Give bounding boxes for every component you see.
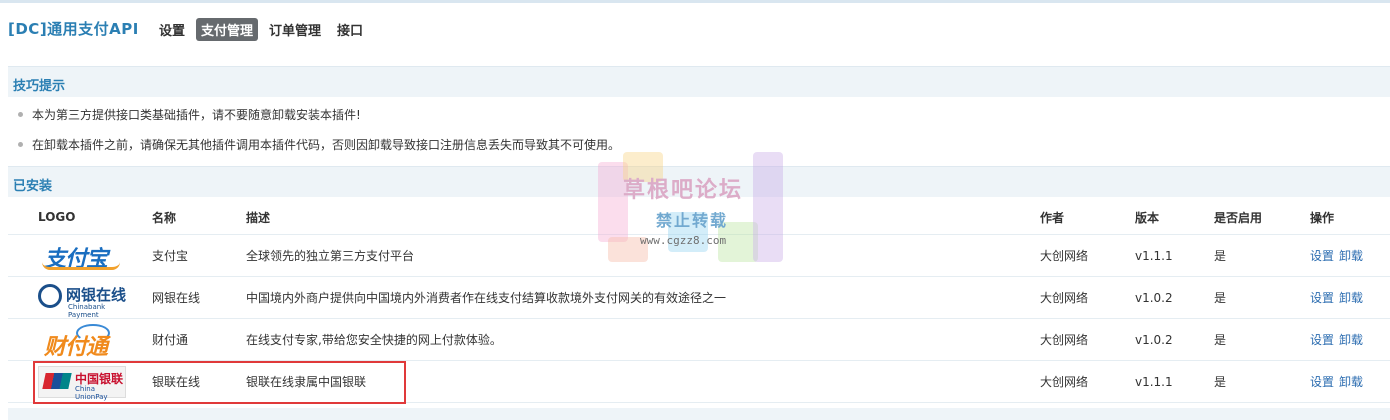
settings-link[interactable]: 设置 bbox=[1310, 249, 1334, 263]
installed-title: 已安装 bbox=[13, 179, 53, 194]
col-logo: LOGO bbox=[8, 200, 152, 235]
row-actions: 设置 卸载 bbox=[1310, 276, 1390, 319]
alipay-swoosh bbox=[42, 262, 120, 270]
uninstall-link[interactable]: 卸载 bbox=[1339, 333, 1363, 347]
tenpay-logo-text: 财付通 bbox=[44, 334, 108, 360]
row-author: 大创网络 bbox=[1040, 360, 1135, 403]
row-version: v1.1.1 bbox=[1135, 360, 1214, 403]
alipay-logo: 支付宝 bbox=[38, 239, 128, 273]
col-author: 作者 bbox=[1040, 200, 1135, 235]
row-actions: 设置 卸载 bbox=[1310, 360, 1390, 403]
tips-title: 技巧提示 bbox=[13, 79, 66, 94]
top-border bbox=[0, 0, 1390, 3]
settings-link[interactable]: 设置 bbox=[1310, 375, 1334, 389]
row-enabled: 是 bbox=[1214, 276, 1310, 319]
row-author: 大创网络 bbox=[1040, 318, 1135, 361]
watermark: 草根吧论坛 禁止转载 www.cgzz8.com bbox=[598, 152, 788, 270]
chinabank-logo-text: 网银在线 bbox=[66, 285, 127, 304]
col-actions: 操作 bbox=[1310, 200, 1390, 235]
watermark-title: 草根吧论坛 bbox=[623, 178, 744, 203]
tab-settings[interactable]: 设置 bbox=[154, 18, 190, 41]
row-version: v1.0.2 bbox=[1135, 318, 1214, 361]
settings-link[interactable]: 设置 bbox=[1310, 291, 1334, 305]
col-enabled: 是否启用 bbox=[1214, 200, 1310, 235]
table-row: 网银在线 Chinabank Payment 网银在线 中国境内外商户提供向中国… bbox=[8, 276, 1390, 319]
row-description: 中国境内外商户提供向中国境内外消费者作在线支付结算收款境外支付网关的有效途径之一 bbox=[246, 276, 1040, 319]
watermark-subtitle: 禁止转载 bbox=[656, 211, 729, 230]
col-version: 版本 bbox=[1135, 200, 1214, 235]
nav-tabs: 设置 支付管理 订单管理 接口 bbox=[154, 18, 368, 41]
bottom-bar bbox=[8, 408, 1390, 420]
row-name: 支付宝 bbox=[152, 234, 246, 277]
row-name: 网银在线 bbox=[152, 276, 246, 319]
highlight-box bbox=[33, 361, 406, 404]
tenpay-logo: 财付通 bbox=[38, 323, 128, 360]
row-actions: 设置 卸载 bbox=[1310, 234, 1390, 277]
tab-interface[interactable]: 接口 bbox=[332, 18, 368, 41]
col-name: 名称 bbox=[152, 200, 246, 235]
header: [DC]通用支付API 设置 支付管理 订单管理 接口 bbox=[0, 14, 1390, 44]
row-name: 财付通 bbox=[152, 318, 246, 361]
chinabank-logo: 网银在线 Chinabank Payment bbox=[38, 281, 128, 319]
watermark-url: www.cgzz8.com bbox=[640, 234, 727, 247]
tips-list: 本为第三方提供接口类基础插件，请不要随意卸载安装本插件! 在卸载本插件之前，请确… bbox=[18, 106, 620, 166]
row-enabled: 是 bbox=[1214, 360, 1310, 403]
row-enabled: 是 bbox=[1214, 234, 1310, 277]
tip-item: 在卸载本插件之前，请确保无其他插件调用本插件代码，否则因卸载导致接口注册信息丢失… bbox=[18, 136, 620, 166]
uninstall-link[interactable]: 卸载 bbox=[1339, 291, 1363, 305]
row-enabled: 是 bbox=[1214, 318, 1310, 361]
row-version: v1.1.1 bbox=[1135, 234, 1214, 277]
tab-payment-management[interactable]: 支付管理 bbox=[196, 18, 259, 41]
tab-order-management[interactable]: 订单管理 bbox=[264, 18, 326, 41]
row-actions: 设置 卸载 bbox=[1310, 318, 1390, 361]
row-author: 大创网络 bbox=[1040, 234, 1135, 277]
chinabank-logo-sub: Chinabank Payment bbox=[68, 302, 106, 319]
row-author: 大创网络 bbox=[1040, 276, 1135, 319]
tip-item: 本为第三方提供接口类基础插件，请不要随意卸载安装本插件! bbox=[18, 106, 620, 136]
row-description: 在线支付专家,带给您安全快捷的网上付款体验。 bbox=[246, 318, 1040, 361]
uninstall-link[interactable]: 卸载 bbox=[1339, 375, 1363, 389]
watermark-block bbox=[753, 152, 783, 262]
row-version: v1.0.2 bbox=[1135, 276, 1214, 319]
uninstall-link[interactable]: 卸载 bbox=[1339, 249, 1363, 263]
table-row: 财付通 财付通 在线支付专家,带给您安全快捷的网上付款体验。 大创网络 v1.0… bbox=[8, 318, 1390, 361]
plugin-title: [DC]通用支付API bbox=[8, 20, 139, 38]
chinabank-circle-icon bbox=[38, 283, 62, 308]
tips-section-header: 技巧提示 bbox=[8, 66, 1390, 97]
settings-link[interactable]: 设置 bbox=[1310, 333, 1334, 347]
